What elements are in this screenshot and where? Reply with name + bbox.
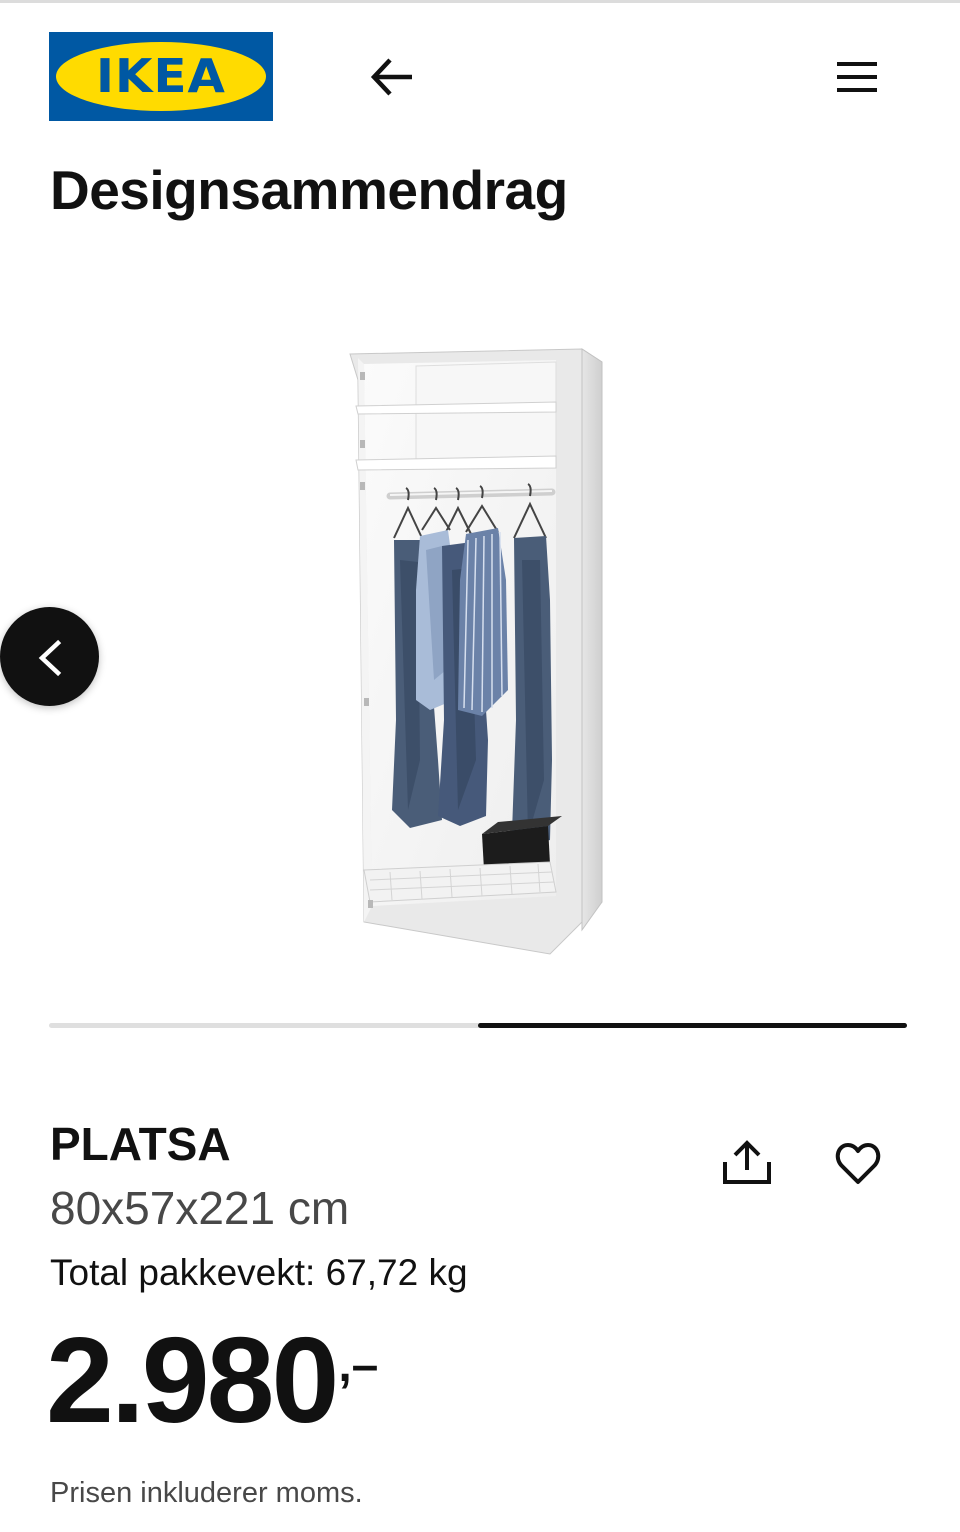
ikea-logo[interactable]: IKEA — [49, 32, 273, 121]
favorite-button[interactable] — [830, 1136, 886, 1192]
price-integer: 2.980 — [46, 1312, 339, 1448]
price-suffix: ,– — [338, 1339, 379, 1392]
back-button[interactable] — [365, 52, 421, 102]
product-dimensions: 80x57x221 cm — [50, 1182, 350, 1234]
carousel-prev-button[interactable] — [0, 607, 99, 706]
product-image[interactable] — [330, 340, 620, 960]
carousel-progress-track — [49, 1023, 907, 1028]
chevron-left-icon — [38, 639, 62, 677]
product-package-weight: Total pakkevekt: 67,72 kg — [50, 1252, 468, 1293]
share-button[interactable] — [718, 1136, 776, 1192]
menu-button[interactable] — [830, 52, 884, 102]
vat-note: Prisen inkluderer moms. — [50, 1477, 363, 1509]
carousel-progress-indicator — [478, 1023, 907, 1028]
product-price: 2.980,– — [46, 1318, 378, 1442]
share-icon — [723, 1140, 771, 1184]
page-title: Designsammendrag — [50, 159, 568, 221]
top-divider — [0, 0, 960, 3]
product-name: PLATSA — [50, 1118, 231, 1170]
logo-text: IKEA — [95, 49, 226, 103]
arrow-left-icon — [370, 58, 412, 96]
heart-icon — [835, 1143, 881, 1184]
wardrobe-illustration — [349, 348, 603, 955]
hamburger-menu-icon — [837, 62, 877, 92]
